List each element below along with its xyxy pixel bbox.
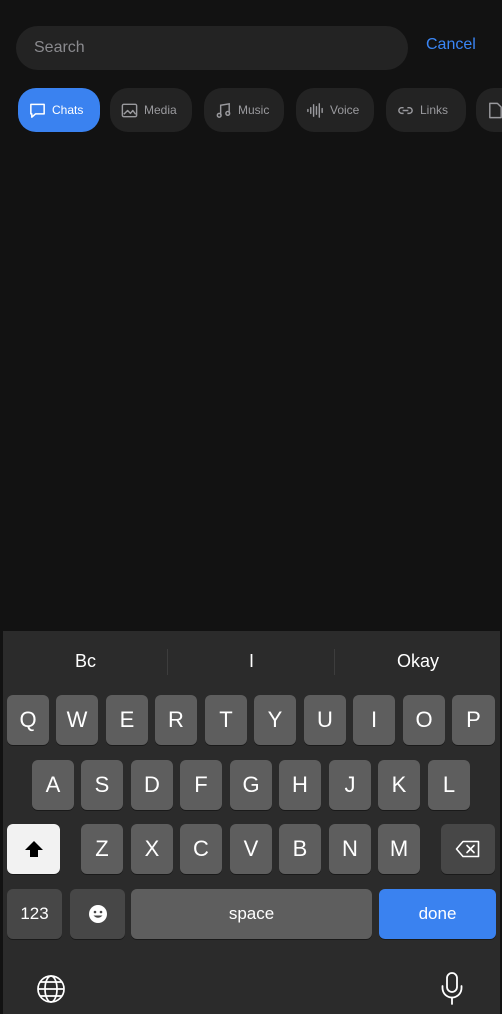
shift-arrow-icon: [24, 841, 43, 857]
done-key[interactable]: done: [379, 889, 496, 939]
key-d[interactable]: D: [131, 760, 173, 810]
file-icon: [489, 102, 502, 118]
key-v[interactable]: V: [230, 824, 272, 874]
key-e[interactable]: E: [106, 695, 148, 745]
space-key[interactable]: space: [131, 889, 372, 939]
microphone-icon[interactable]: [439, 971, 465, 1012]
prediction-divider: [167, 649, 168, 675]
key-y[interactable]: Y: [254, 695, 296, 745]
key-s[interactable]: S: [81, 760, 123, 810]
key-p[interactable]: P: [452, 695, 495, 745]
key-r[interactable]: R: [155, 695, 197, 745]
key-x[interactable]: X: [131, 824, 173, 874]
filter-label: Media: [144, 103, 177, 117]
key-m[interactable]: M: [378, 824, 420, 874]
backspace-key[interactable]: [441, 824, 495, 874]
filter-media[interactable]: Media: [110, 88, 192, 132]
emoji-key[interactable]: [70, 889, 125, 939]
backspace-icon: [455, 840, 480, 858]
shift-key[interactable]: [7, 824, 60, 874]
filter-label: Chats: [52, 103, 84, 117]
filter-tabs: Chats Media Music Voice Links: [18, 88, 502, 134]
prediction-1[interactable]: Bc: [75, 651, 96, 672]
key-f[interactable]: F: [180, 760, 222, 810]
prediction-2[interactable]: I: [249, 651, 254, 672]
filter-music[interactable]: Music: [204, 88, 284, 132]
key-u[interactable]: U: [304, 695, 346, 745]
key-c[interactable]: C: [180, 824, 222, 874]
filter-label: Voice: [330, 103, 360, 117]
image-icon: [121, 103, 138, 117]
waveform-icon: [307, 102, 323, 118]
globe-icon[interactable]: [35, 973, 67, 1010]
key-i[interactable]: I: [353, 695, 395, 745]
search-header: Search Cancel: [0, 0, 502, 80]
filter-label: Links: [420, 103, 449, 117]
search-input[interactable]: Search: [16, 26, 408, 70]
key-o[interactable]: O: [403, 695, 445, 745]
key-q[interactable]: Q: [7, 695, 49, 745]
predictive-text-bar: Bc I Okay: [3, 631, 500, 691]
key-k[interactable]: K: [378, 760, 420, 810]
key-j[interactable]: J: [329, 760, 371, 810]
key-g[interactable]: G: [230, 760, 272, 810]
key-t[interactable]: T: [205, 695, 247, 745]
music-note-icon: [216, 102, 231, 118]
key-w[interactable]: W: [56, 695, 98, 745]
numbers-key[interactable]: 123: [7, 889, 62, 939]
key-l[interactable]: L: [428, 760, 470, 810]
key-z[interactable]: Z: [81, 824, 123, 874]
prediction-3[interactable]: Okay: [397, 651, 439, 672]
filter-label: Music: [238, 103, 270, 117]
filter-voice[interactable]: Voice: [296, 88, 374, 132]
chat-bubble-icon: [30, 103, 45, 118]
search-placeholder: Search: [34, 39, 85, 56]
filter-files[interactable]: [476, 88, 502, 132]
key-h[interactable]: H: [279, 760, 321, 810]
key-n[interactable]: N: [329, 824, 371, 874]
search-screen: Search Cancel Chats Media Music Voice Li…: [0, 0, 502, 1014]
prediction-divider: [334, 649, 335, 675]
emoji-icon: [88, 905, 107, 923]
link-icon: [398, 106, 413, 114]
onscreen-keyboard: Bc I Okay Q W E R T Y U I O P A S D F G …: [3, 631, 500, 1014]
key-b[interactable]: B: [279, 824, 321, 874]
filter-chats[interactable]: Chats: [18, 88, 100, 132]
key-a[interactable]: A: [32, 760, 74, 810]
filter-links[interactable]: Links: [386, 88, 466, 132]
cancel-button[interactable]: Cancel: [426, 36, 476, 54]
